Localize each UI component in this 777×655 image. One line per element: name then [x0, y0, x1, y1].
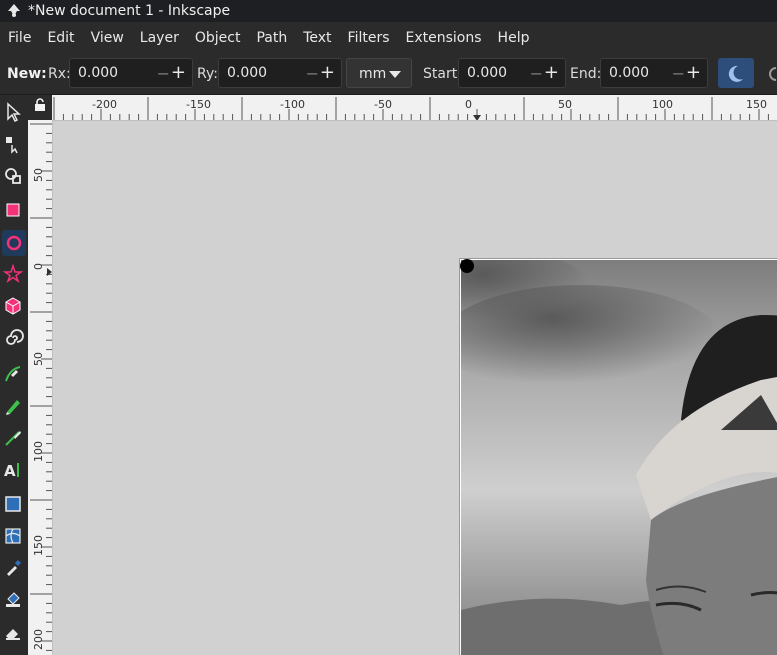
ruler-h-label: 0 [465, 98, 472, 111]
window-title: *New document 1 - Inkscape [28, 3, 231, 19]
start-increment-button[interactable]: + [544, 62, 559, 83]
title-bar: *New document 1 - Inkscape [0, 0, 777, 22]
ruler-h-label: -150 [186, 98, 211, 111]
end-label: End: [570, 66, 602, 82]
start-decrement-button[interactable]: − [530, 64, 543, 83]
chevron-down-icon [389, 71, 401, 78]
menu-bar: File Edit View Layer Object Path Text Fi… [0, 22, 777, 54]
menu-file[interactable]: File [0, 30, 39, 46]
tool-controls-bar: New: Rx: 0.000 − + Ry: 0.000 − + mm Star… [0, 54, 777, 95]
ry-label: Ry: [197, 66, 218, 82]
end-value[interactable]: 0.000 [609, 65, 649, 81]
ruler-v-label: 100 [32, 441, 45, 462]
unit-value: mm [359, 66, 387, 82]
ruler-h-label: 150 [746, 98, 767, 111]
rx-label: Rx: [48, 66, 71, 82]
ruler-h-label: 100 [652, 98, 673, 111]
inkscape-logo-icon [8, 4, 20, 17]
ruler-h-label: -50 [374, 98, 392, 111]
start-label: Start: [423, 66, 462, 82]
dropper-tool-icon[interactable] [2, 557, 24, 579]
document-page[interactable] [459, 258, 777, 655]
menu-path[interactable]: Path [248, 30, 295, 46]
arc-type-slice-button[interactable] [718, 58, 754, 88]
ruler-v-label: 200 [32, 629, 45, 650]
ruler-h-label: 50 [558, 98, 572, 111]
menu-extensions[interactable]: Extensions [398, 30, 490, 46]
end-increment-button[interactable]: + [686, 62, 701, 83]
vertical-ruler-ticks [30, 123, 52, 651]
menu-edit[interactable]: Edit [39, 30, 82, 46]
moon-icon [728, 65, 743, 82]
tweak-tool-icon[interactable] [2, 165, 24, 187]
new-label: New: [7, 66, 47, 82]
vertical-ruler[interactable]: 50 0 50 100 150 200 [28, 120, 53, 655]
pencil-tool-icon[interactable] [2, 395, 24, 417]
mesh-tool-icon[interactable] [2, 525, 24, 547]
photo-image[interactable] [461, 260, 777, 655]
node-tool-icon[interactable] [2, 133, 24, 155]
start-value[interactable]: 0.000 [467, 65, 507, 81]
start-spinbox[interactable]: 0.000 − + [458, 58, 566, 88]
menu-help[interactable]: Help [490, 30, 538, 46]
arc-icon [769, 67, 777, 81]
rx-increment-button[interactable]: + [171, 62, 186, 83]
rx-value[interactable]: 0.000 [78, 65, 118, 81]
ruler-v-label: 150 [32, 535, 45, 556]
ruler-v-label: 0 [32, 263, 45, 270]
menu-text[interactable]: Text [295, 30, 339, 46]
ry-spinbox[interactable]: 0.000 − + [218, 58, 342, 88]
rx-decrement-button[interactable]: − [157, 64, 170, 83]
text-tool-icon[interactable]: A [2, 459, 24, 481]
ellipse-tool-button[interactable] [2, 230, 26, 256]
3d-box-tool-icon[interactable] [2, 295, 24, 317]
ruler-v-label: 50 [32, 352, 45, 366]
horizontal-ruler[interactable]: -200 -150 -100 -50 0 50 100 150 [52, 95, 777, 121]
ry-decrement-button[interactable]: − [306, 64, 319, 83]
ruler-h-label: -200 [92, 98, 117, 111]
calligraphy-tool-icon[interactable] [2, 427, 24, 449]
ry-value[interactable]: 0.000 [227, 65, 267, 81]
star-tool-icon[interactable] [2, 263, 24, 285]
paint-bucket-tool-icon[interactable] [2, 589, 24, 611]
ry-increment-button[interactable]: + [320, 62, 335, 83]
svg-text:A: A [4, 462, 16, 480]
menu-object[interactable]: Object [187, 30, 249, 46]
ellipse-tool-icon [6, 235, 22, 251]
spiral-tool-icon[interactable] [2, 327, 24, 349]
menu-layer[interactable]: Layer [132, 30, 187, 46]
arc-type-arc-button[interactable] [764, 58, 777, 88]
end-decrement-button[interactable]: − [672, 64, 685, 83]
end-spinbox[interactable]: 0.000 − + [600, 58, 708, 88]
unit-dropdown[interactable]: mm [346, 58, 412, 88]
object-handle[interactable] [460, 259, 474, 273]
guide-lock-icon[interactable] [33, 98, 47, 112]
toolbox: A [0, 95, 28, 655]
eraser-tool-icon[interactable] [2, 621, 24, 643]
rectangle-tool-icon[interactable] [2, 199, 24, 221]
pen-tool-icon[interactable] [2, 363, 24, 385]
selector-tool-icon[interactable] [2, 101, 24, 123]
menu-filters[interactable]: Filters [340, 30, 398, 46]
menu-view[interactable]: View [83, 30, 132, 46]
gradient-tool-icon[interactable] [2, 493, 24, 515]
ruler-h-label: -100 [280, 98, 305, 111]
rx-spinbox[interactable]: 0.000 − + [69, 58, 193, 88]
ruler-v-label: 50 [32, 168, 45, 182]
drawing-canvas[interactable] [53, 121, 777, 655]
ruler-position-marker [473, 115, 481, 120]
